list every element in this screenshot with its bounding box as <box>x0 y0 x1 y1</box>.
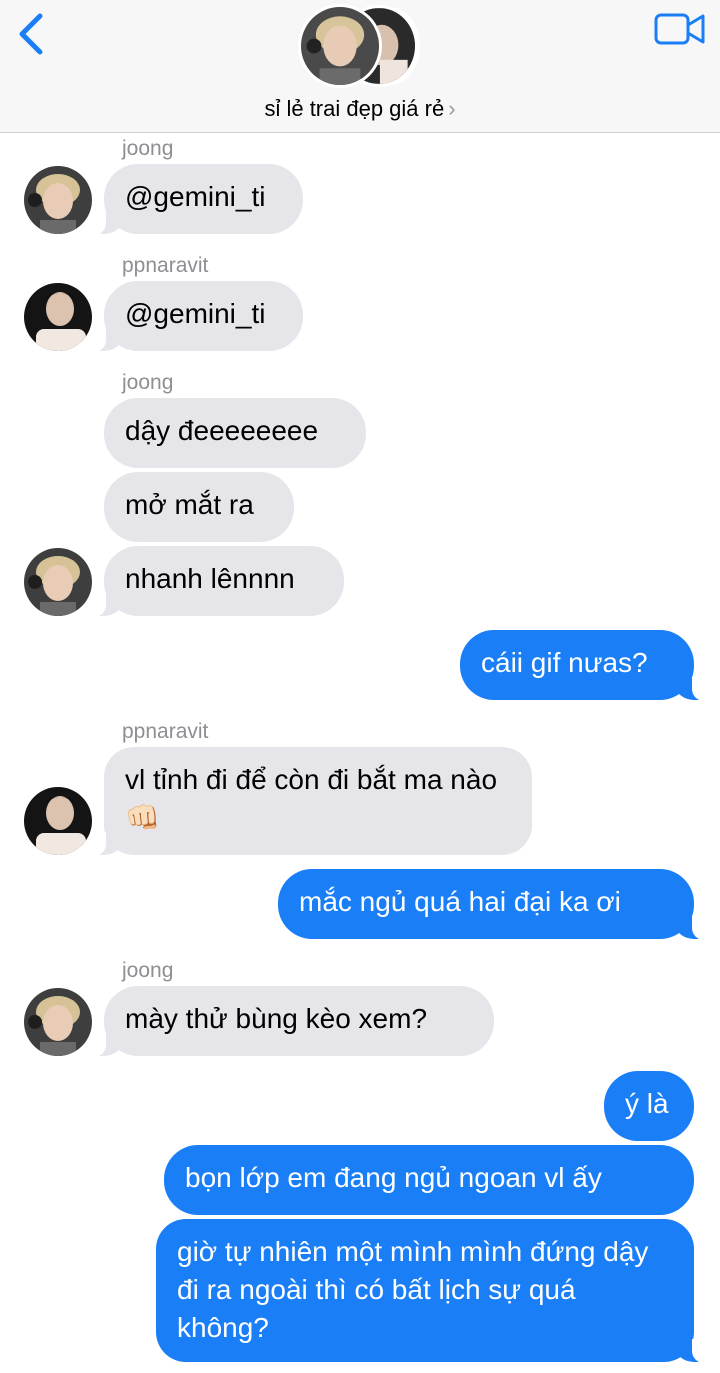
message-text: mắc ngủ quá hai đại ka ơi <box>299 886 621 917</box>
message-text: @gemini_ti <box>125 298 266 329</box>
message-text: ý là <box>625 1088 669 1119</box>
video-call-button[interactable] <box>654 12 706 46</box>
message-bubble-outgoing[interactable]: bọn lớp em đang ngủ ngoan vl ấy <box>164 1145 694 1215</box>
message-text: vl tỉnh đi để còn đi bắt ma nào👊🏻 <box>125 764 498 833</box>
message-text: mày thử bùng kèo xem? <box>125 1003 428 1034</box>
conversation-header: sỉ lẻ trai đẹp giá rẻ › <box>0 0 720 133</box>
chevron-right-icon: › <box>448 96 456 121</box>
message-bubble[interactable]: @gemini_ti <box>92 164 303 235</box>
avatar-joong[interactable] <box>24 988 92 1056</box>
avatar-joong[interactable] <box>24 548 92 616</box>
avatar-joong[interactable] <box>24 166 92 234</box>
message-text: giờ tự nhiên một mình mình đứng dậy đi r… <box>177 1236 649 1343</box>
message-text: cáii gif nưas? <box>481 647 648 678</box>
message-text: dậy đeeeeeeee <box>125 415 319 446</box>
message-bubble[interactable]: dậy đeeeeeeee <box>104 398 366 468</box>
message-bubble-outgoing[interactable]: giờ tự nhiên một mình mình đứng dậy đi r… <box>156 1219 706 1363</box>
group-avatar-stack[interactable] <box>298 4 423 88</box>
message-text: @gemini_ti <box>125 181 266 212</box>
member-avatar-1 <box>298 4 382 88</box>
conversation-title[interactable]: sỉ lẻ trai đẹp giá rẻ › <box>0 96 720 122</box>
message-bubble[interactable]: mở mắt ra <box>104 472 294 542</box>
video-camera-icon <box>654 13 705 45</box>
message-text: mở mắt ra <box>125 489 254 520</box>
sender-name: ppnaravit <box>122 720 209 743</box>
sender-name: joong <box>122 959 174 982</box>
message-bubble-outgoing[interactable]: cáii gif nưas? <box>460 630 706 701</box>
message-bubble[interactable]: @gemini_ti <box>92 281 303 352</box>
avatar-ppnaravit[interactable] <box>24 787 92 855</box>
message-bubble-outgoing[interactable]: ý là <box>604 1071 694 1141</box>
message-bubble[interactable]: vl tỉnh đi để còn đi bắt ma nào👊🏻 <box>92 747 532 856</box>
message-bubble[interactable]: mày thử bùng kèo xem? <box>92 986 494 1057</box>
avatar-ppnaravit[interactable] <box>24 283 92 351</box>
sender-name: joong <box>122 371 174 394</box>
message-text: nhanh lênnnn <box>125 563 295 594</box>
back-button[interactable] <box>14 12 50 58</box>
sender-name: joong <box>122 137 174 160</box>
chevron-left-icon <box>19 13 43 55</box>
message-text: bọn lớp em đang ngủ ngoan vl ấy <box>185 1162 602 1193</box>
conversation-title-text: sỉ lẻ trai đẹp giá rẻ <box>264 96 445 121</box>
sender-name: ppnaravit <box>122 254 209 277</box>
message-bubble[interactable]: nhanh lênnnn <box>92 546 344 617</box>
message-bubble-outgoing[interactable]: mắc ngủ quá hai đại ka ơi <box>278 869 706 940</box>
